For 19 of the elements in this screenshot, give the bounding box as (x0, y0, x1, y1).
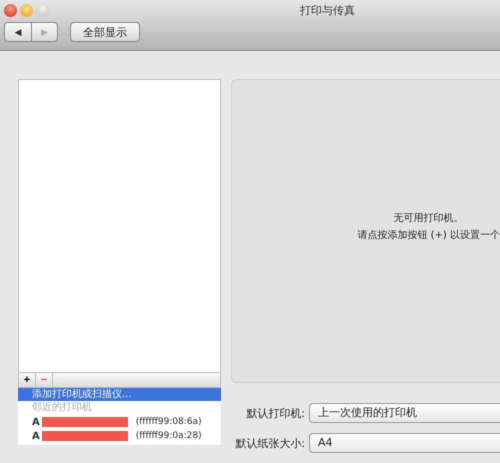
zoom-button[interactable] (36, 4, 49, 16)
message-text: 无可用打印机。 (394, 212, 464, 224)
add-button[interactable]: + (19, 373, 36, 387)
printer-name[interactable]: A (32, 416, 40, 428)
back-button[interactable]: ◀ (5, 23, 31, 41)
close-button[interactable] (4, 4, 17, 16)
setting-dropdown[interactable]: 上一次使用的打印机 (309, 403, 500, 423)
menu-header: 邻近的打印机 (31, 401, 93, 415)
setting-label: 默认纸张大小: (234, 436, 305, 450)
setting-label: 默认打印机: (245, 406, 305, 420)
setting-dropdown[interactable]: A4 (309, 433, 500, 453)
printer-name[interactable]: A (32, 430, 40, 442)
printer-address: (ffffff99:08:6a) (136, 417, 202, 427)
show-all-button[interactable]: 全部显示 (70, 22, 140, 42)
window-title: 打印与传真 (300, 2, 355, 18)
message-text: 请点按添加按钮 (+) 以设置一个 (357, 228, 500, 242)
printer-address: (ffffff99:0a:28) (136, 431, 202, 441)
minimize-button[interactable] (20, 4, 33, 16)
menu-item[interactable]: 添加打印机或扫描仪... (18, 388, 221, 401)
